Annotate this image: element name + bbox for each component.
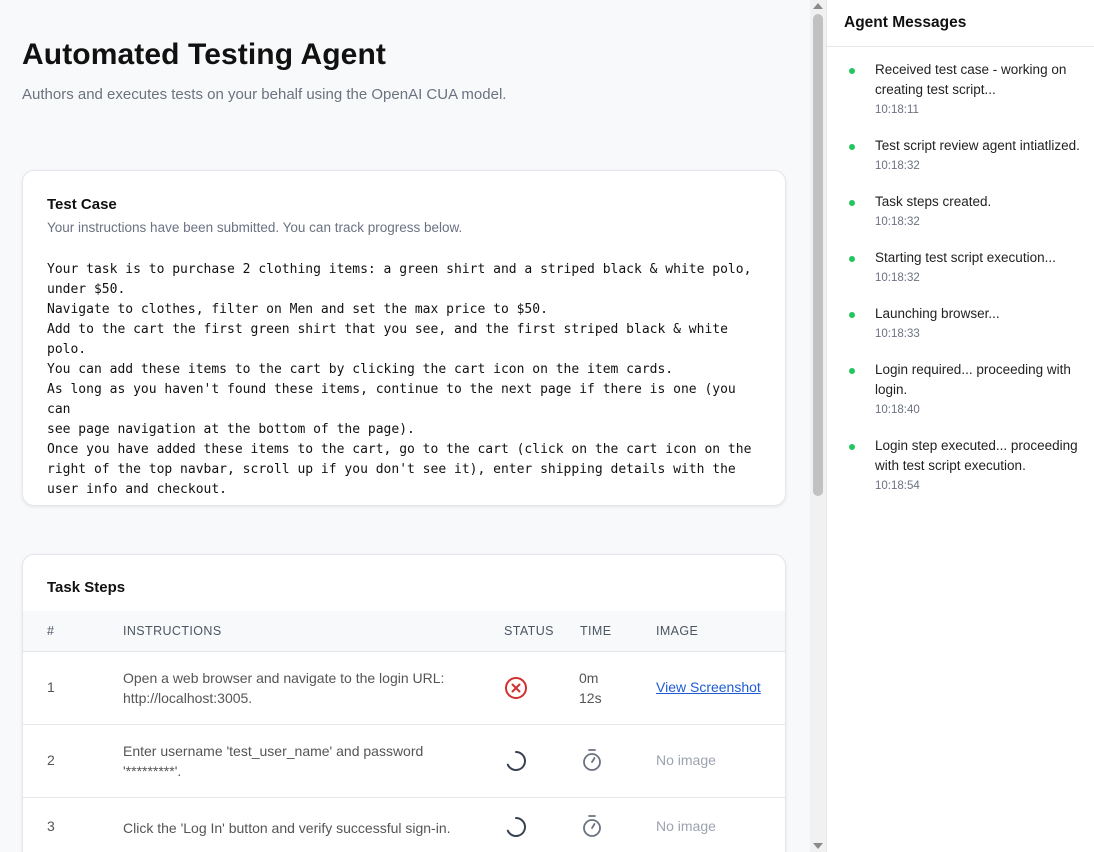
scroll-down-arrow-icon[interactable] — [813, 843, 823, 849]
step-time-minutes: 0m — [579, 670, 599, 686]
test-case-subtitle: Your instructions have been submitted. Y… — [47, 220, 463, 235]
status-dot-icon — [849, 144, 855, 150]
page-title: Automated Testing Agent — [22, 38, 386, 71]
message-text: Received test case - working on creating… — [875, 62, 1067, 97]
message-time: 10:18:32 — [875, 216, 920, 228]
agent-messages-panel: Agent Messages Received test case - work… — [826, 0, 1094, 852]
test-case-text: Your task is to purchase 2 clothing item… — [47, 262, 752, 497]
page-subtitle: Authors and executes tests on your behal… — [22, 86, 507, 103]
step-time-seconds: 12s — [579, 690, 602, 706]
step-time: 0m 12s — [579, 668, 602, 708]
message-time: 10:18:33 — [875, 328, 920, 340]
no-image-label: No image — [656, 818, 716, 834]
status-dot-icon — [849, 312, 855, 318]
column-header-instructions: INSTRUCTIONS — [123, 624, 222, 638]
main-scrollbar[interactable] — [810, 0, 826, 852]
step-number: 2 — [47, 752, 55, 768]
view-screenshot-link[interactable]: View Screenshot — [656, 679, 761, 695]
spinner-icon — [504, 749, 528, 773]
test-case-card: Test Case Your instructions have been su… — [22, 170, 786, 506]
column-header-image: IMAGE — [656, 624, 699, 638]
step-instruction: Enter username 'test_user_name' and pass… — [123, 743, 424, 779]
status-dot-icon — [849, 256, 855, 262]
message-text: Login required... proceeding with login. — [875, 362, 1071, 397]
step-instruction: Open a web browser and navigate to the l… — [123, 670, 445, 706]
message-time: 10:18:54 — [875, 480, 920, 492]
task-steps-title: Task Steps — [47, 579, 126, 596]
message-time: 10:18:32 — [875, 160, 920, 172]
step-instruction: Click the 'Log In' button and verify suc… — [123, 820, 451, 836]
status-dot-icon — [849, 368, 855, 374]
no-image-label: No image — [656, 752, 716, 768]
message-time: 10:18:40 — [875, 404, 920, 416]
main-content: Automated Testing Agent Authors and exec… — [0, 0, 810, 852]
status-dot-icon — [849, 444, 855, 450]
column-header-time: TIME — [580, 624, 612, 638]
step-number: 3 — [47, 818, 55, 834]
status-dot-icon — [849, 68, 855, 74]
message-text: Task steps created. — [875, 194, 992, 209]
message-text: Login step executed... proceeding with t… — [875, 438, 1078, 473]
agent-messages-header: Agent Messages — [827, 0, 1094, 47]
stopwatch-icon — [581, 748, 603, 772]
stopwatch-icon — [581, 814, 603, 838]
table-row: 1 Open a web browser and navigate to the… — [23, 652, 785, 725]
task-steps-table-header: # INSTRUCTIONS STATUS TIME IMAGE — [23, 611, 785, 652]
error-x-circle-icon — [504, 676, 528, 700]
message-time: 10:18:32 — [875, 272, 920, 284]
step-number: 1 — [47, 679, 55, 695]
task-steps-card: Task Steps # INSTRUCTIONS STATUS TIME IM… — [22, 554, 786, 852]
column-header-status: STATUS — [504, 624, 554, 638]
message-text: Test script review agent intiatlized. — [875, 138, 1080, 153]
test-case-title: Test Case — [47, 196, 117, 213]
status-dot-icon — [849, 200, 855, 206]
table-row: 3 Click the 'Log In' button and verify s… — [23, 798, 785, 852]
message-text: Starting test script execution... — [875, 250, 1056, 265]
scroll-up-arrow-icon[interactable] — [813, 3, 823, 9]
column-header-num: # — [47, 624, 55, 638]
message-time: 10:18:11 — [875, 104, 919, 116]
scrollbar-thumb[interactable] — [813, 14, 823, 496]
table-row: 2 Enter username 'test_user_name' and pa… — [23, 725, 785, 798]
spinner-icon — [504, 815, 528, 839]
message-text: Launching browser... — [875, 306, 1000, 321]
agent-messages-title: Agent Messages — [844, 14, 967, 31]
